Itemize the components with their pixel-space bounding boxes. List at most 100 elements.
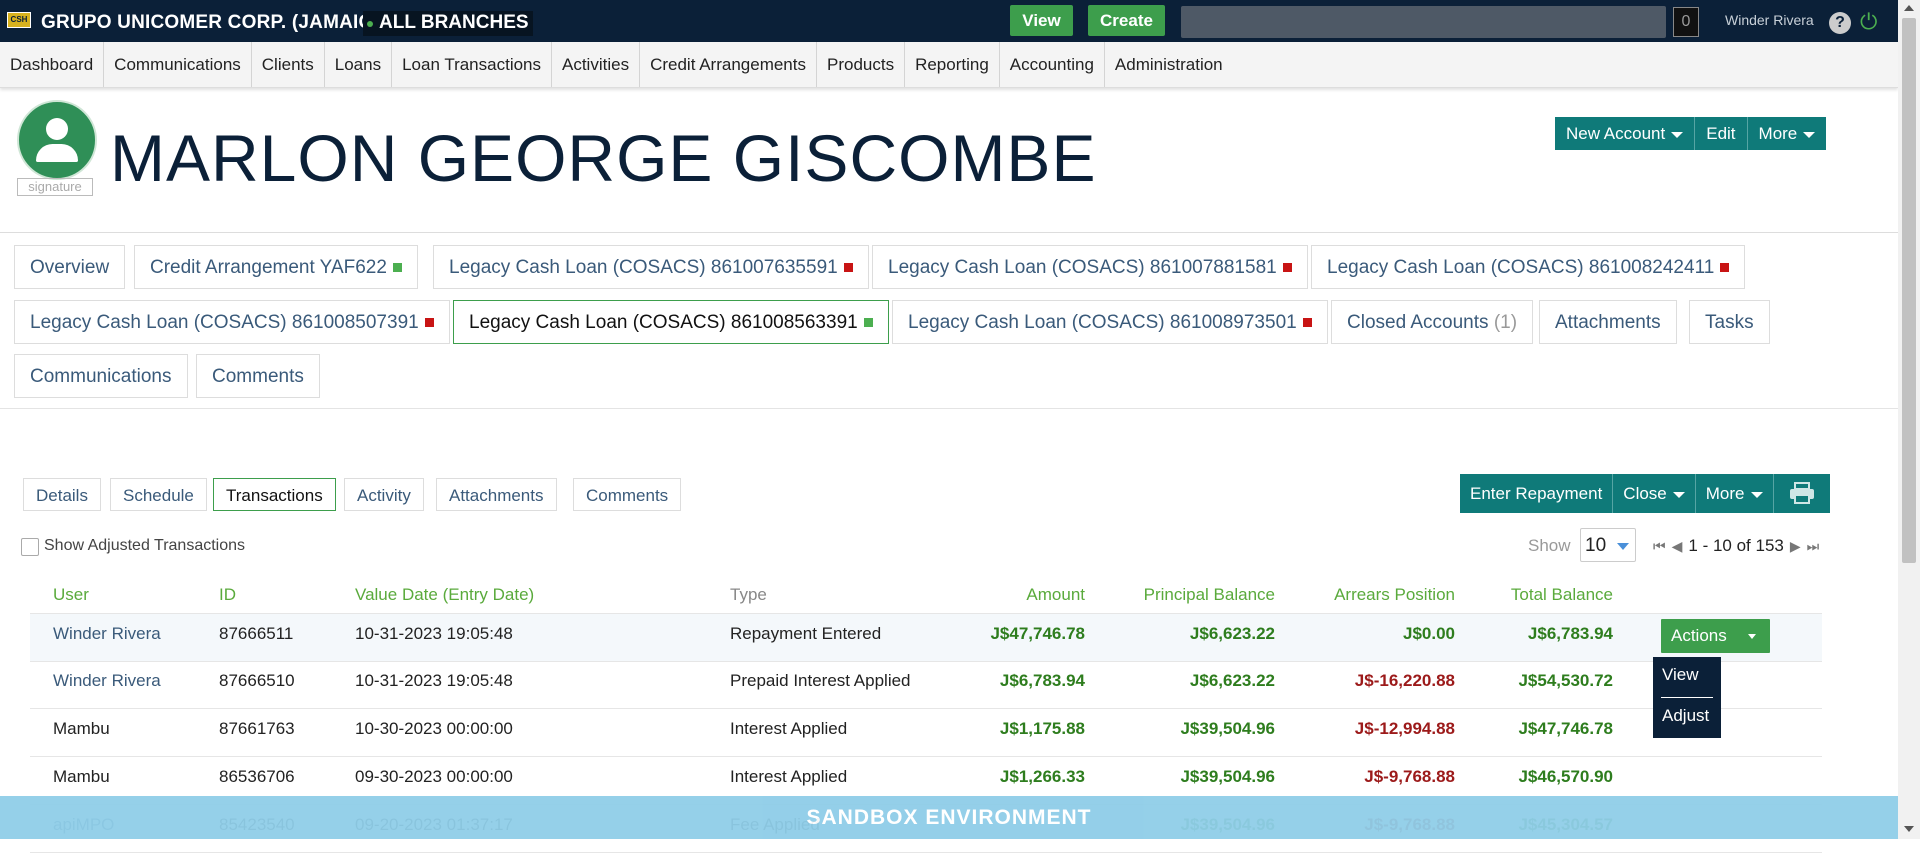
table-row: Mambu 87661763 10-30-2023 00:00:00 Inter… (30, 709, 1822, 757)
nav-communications[interactable]: Communications (104, 42, 252, 87)
scroll-down-icon[interactable] (1904, 826, 1914, 832)
nav-activities[interactable]: Activities (552, 42, 641, 87)
pager-text: 1 - 10 of 153 (1688, 536, 1784, 555)
nav-accounting[interactable]: Accounting (1000, 42, 1105, 87)
col-total-balance[interactable]: Total Balance (1455, 585, 1613, 605)
subtab-comments[interactable]: Comments (573, 478, 682, 511)
subtab-schedule[interactable]: Schedule (110, 478, 207, 511)
tab-credit-arrangement[interactable]: Credit Arrangement YAF622 (134, 245, 418, 289)
tab-loan-861008563391[interactable]: Legacy Cash Loan (COSACS) 861008563391 (453, 300, 889, 344)
nav-products[interactable]: Products (817, 42, 906, 87)
chevron-down-icon (1748, 634, 1756, 639)
table-row: Winder Rivera 87666510 10-31-2023 19:05:… (30, 661, 1822, 709)
enter-repayment-button[interactable]: Enter Repayment (1460, 474, 1614, 513)
page-size-select[interactable]: 10 (1580, 528, 1636, 562)
show-adjusted-label[interactable]: Show Adjusted Transactions (44, 537, 245, 555)
tab-loan-861007635591[interactable]: Legacy Cash Loan (COSACS) 861007635591 (433, 245, 869, 289)
tab-overview[interactable]: Overview (14, 245, 126, 289)
cell-id: 87661763 (219, 719, 295, 738)
nav-reporting[interactable]: Reporting (905, 42, 1000, 87)
notification-count[interactable]: 0 (1673, 7, 1699, 37)
tab-loan-861008507391[interactable]: Legacy Cash Loan (COSACS) 861008507391 (14, 300, 450, 344)
scrollbar-thumb[interactable] (1902, 18, 1916, 563)
current-user[interactable]: Winder Rivera (1725, 12, 1814, 28)
branch-selector[interactable]: ALL BRANCHES (363, 11, 533, 36)
tab-attachments[interactable]: Attachments (1539, 300, 1677, 344)
signature-label[interactable]: signature (17, 178, 93, 196)
client-avatar-icon (17, 100, 97, 180)
cell-amount: J$1,175.88 (999, 719, 1085, 738)
help-icon[interactable]: ? (1829, 12, 1851, 34)
cell-value-date: 10-31-2023 19:05:48 (355, 624, 513, 643)
tab-loan-861007881581[interactable]: Legacy Cash Loan (COSACS) 861007881581 (872, 245, 1308, 289)
col-value-date[interactable]: Value Date (Entry Date) (355, 585, 534, 605)
subtab-activity[interactable]: Activity (344, 478, 424, 511)
last-page-icon[interactable]: ⏭ (1807, 538, 1820, 555)
prev-page-icon[interactable]: ◀ (1672, 538, 1683, 555)
row-actions-menu: View Adjust (1653, 657, 1721, 738)
cell-total-balance: J$46,570.90 (1518, 767, 1613, 786)
cell-arrears-position: J$-12,994.88 (1354, 719, 1455, 738)
subtab-attachments[interactable]: Attachments (436, 478, 557, 511)
more-actions-button[interactable]: More (1696, 474, 1774, 513)
chevron-down-icon (1671, 131, 1684, 138)
more-button[interactable]: More (1748, 117, 1827, 150)
menu-item-adjust[interactable]: Adjust (1653, 698, 1721, 738)
nav-dashboard[interactable]: Dashboard (0, 42, 105, 87)
show-adjusted-checkbox[interactable] (21, 538, 39, 556)
company-name[interactable]: GRUPO UNICOMER CORP. (JAMAICA) (41, 12, 393, 34)
nav-clients[interactable]: Clients (252, 42, 325, 87)
cell-arrears-position: J$-9,768.88 (1364, 767, 1455, 786)
cell-type: Interest Applied (730, 767, 848, 786)
print-button[interactable] (1774, 474, 1830, 513)
cell-arrears-position: J$0.00 (1403, 624, 1455, 643)
create-button[interactable]: Create (1088, 5, 1165, 36)
nav-administration[interactable]: Administration (1105, 42, 1233, 87)
col-principal-balance[interactable]: Principal Balance (1085, 585, 1275, 605)
next-page-icon[interactable]: ▶ (1790, 538, 1801, 555)
row-actions-button[interactable]: Actions (1661, 619, 1770, 653)
close-button[interactable]: Close (1613, 474, 1696, 513)
new-account-button[interactable]: New Account (1555, 117, 1696, 150)
branch-status-dot (367, 21, 373, 27)
cell-user[interactable]: Winder Rivera (53, 614, 161, 654)
client-actions: New Account Edit More (1555, 117, 1827, 150)
tab-loan-861008973501[interactable]: Legacy Cash Loan (COSACS) 861008973501 (892, 300, 1328, 344)
cell-user[interactable]: Winder Rivera (53, 661, 161, 701)
search-input[interactable] (1181, 6, 1666, 38)
subtab-transactions[interactable]: Transactions (213, 478, 336, 511)
status-active-icon (392, 263, 402, 273)
col-amount[interactable]: Amount (955, 585, 1085, 605)
menu-item-view[interactable]: View (1653, 657, 1721, 697)
subtab-details[interactable]: Details (23, 478, 101, 511)
cell-principal-balance: J$39,504.96 (1180, 719, 1275, 738)
client-name: MARLON GEORGE GISCOMBE (110, 121, 1097, 195)
main-nav: Dashboard Communications Clients Loans L… (0, 42, 1898, 88)
tab-comments[interactable]: Comments (196, 354, 320, 398)
table-row: Winder Rivera 87666511 10-31-2023 19:05:… (30, 613, 1822, 662)
nav-loans[interactable]: Loans (325, 42, 393, 87)
nav-loan-transactions[interactable]: Loan Transactions (392, 42, 552, 87)
first-page-icon[interactable]: ⏮ (1653, 538, 1666, 555)
view-button[interactable]: View (1010, 5, 1073, 36)
scroll-up-icon[interactable] (1904, 5, 1914, 11)
status-inactive-icon (1302, 318, 1312, 328)
loan-actions: Enter Repayment Close More (1460, 474, 1830, 513)
col-arrears-position[interactable]: Arrears Position (1275, 585, 1455, 605)
divider (0, 408, 1898, 409)
col-id[interactable]: ID (219, 585, 236, 605)
status-inactive-icon (1720, 263, 1730, 273)
cell-user: Mambu (53, 767, 110, 786)
power-icon[interactable]: ⏻ (1860, 11, 1882, 33)
status-active-icon (863, 318, 873, 328)
tab-communications[interactable]: Communications (14, 354, 188, 398)
nav-credit-arrangements[interactable]: Credit Arrangements (640, 42, 817, 87)
cell-user: Mambu (53, 719, 110, 738)
tab-closed-accounts[interactable]: Closed Accounts (1) (1331, 300, 1534, 344)
cell-total-balance: J$6,783.94 (1527, 624, 1613, 643)
tab-tasks[interactable]: Tasks (1689, 300, 1770, 344)
col-user[interactable]: User (53, 585, 89, 605)
edit-button[interactable]: Edit (1695, 117, 1748, 150)
cell-principal-balance: J$6,623.22 (1189, 624, 1275, 643)
tab-loan-861008242411[interactable]: Legacy Cash Loan (COSACS) 861008242411 (1311, 245, 1746, 289)
